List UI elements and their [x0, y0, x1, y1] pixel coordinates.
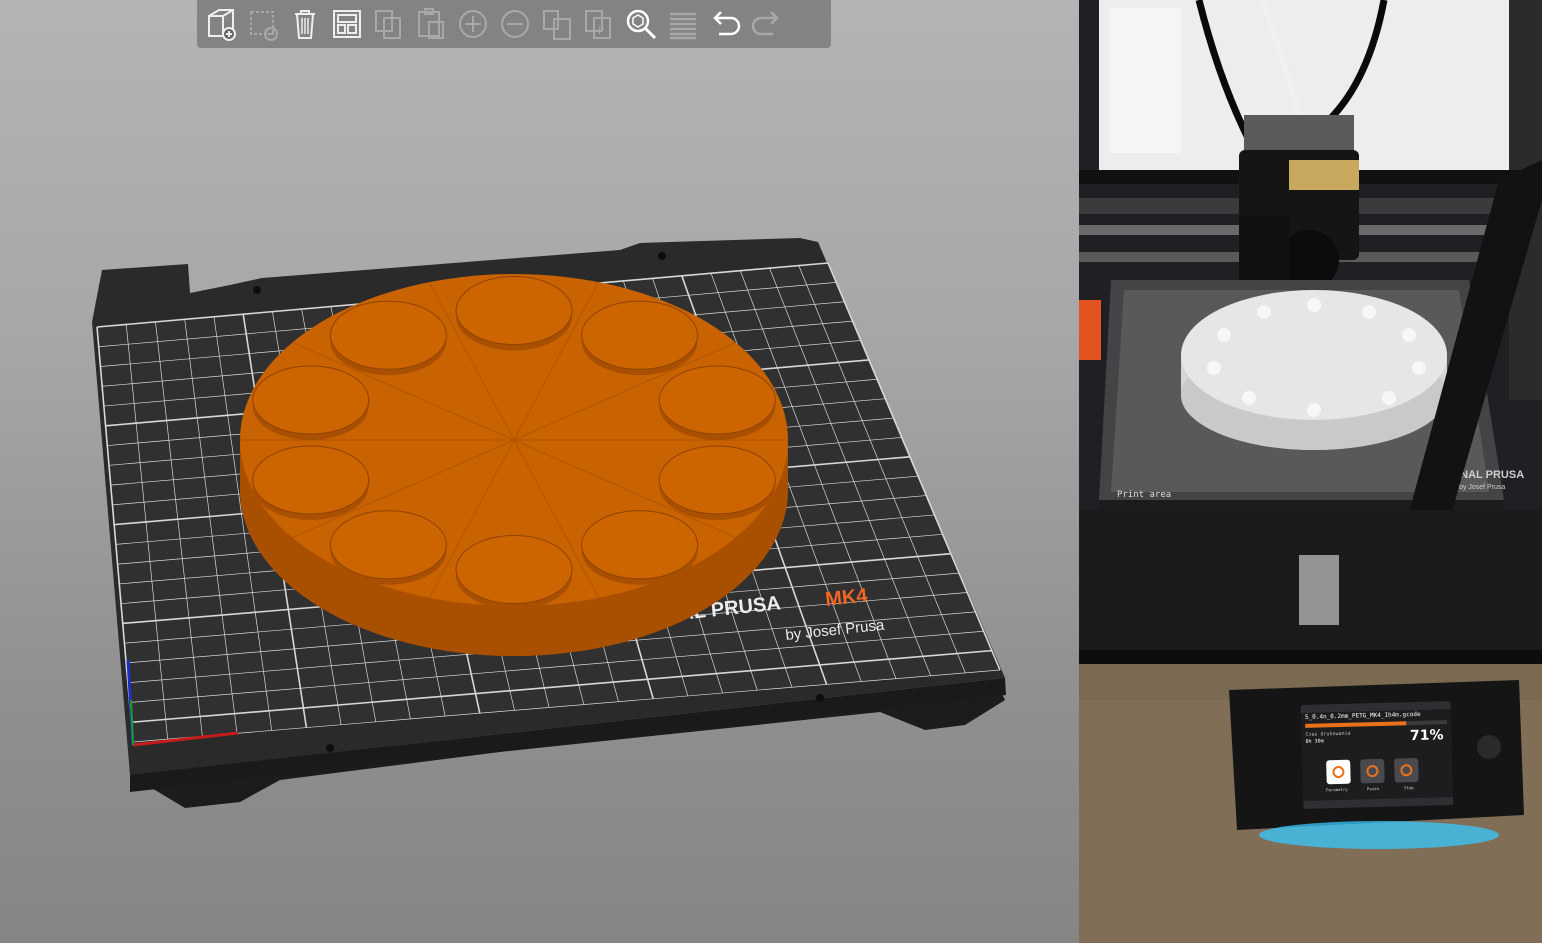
- model-pad: [658, 365, 776, 435]
- display-button-label: Stop: [1403, 785, 1414, 791]
- undo-icon: [713, 11, 741, 36]
- remove-instance-button[interactable]: [495, 4, 535, 44]
- display-button-label: Pauza: [1366, 785, 1379, 792]
- paste-icon: [418, 8, 444, 39]
- undo-button[interactable]: [705, 4, 745, 44]
- display-time-value: 0h 30m: [1305, 738, 1324, 745]
- model-pad: [329, 300, 447, 370]
- copy-button[interactable]: [369, 4, 409, 44]
- remove-instance-icon: [501, 10, 529, 38]
- search-button[interactable]: [621, 4, 661, 44]
- split-objects-button[interactable]: [537, 4, 577, 44]
- paste-button[interactable]: [411, 4, 451, 44]
- model-disc[interactable]: [240, 274, 788, 656]
- copy-icon: [375, 10, 401, 39]
- sheet-print-area-text: Print area: [1117, 490, 1171, 500]
- add-instance-icon: [459, 10, 487, 38]
- plater-scene[interactable]: INAL PRUSA MK4 by Josef Prusa: [0, 0, 1079, 943]
- printer-photo: Print area ORIGINAL PRUSA by Josef Prusa…: [1079, 0, 1542, 943]
- display-pause-button: [1360, 758, 1385, 784]
- display-tune-button: [1326, 759, 1351, 785]
- arrange-button[interactable]: [327, 4, 367, 44]
- top-toolbar: P: [197, 0, 831, 48]
- add-instance-button[interactable]: [453, 4, 493, 44]
- add-object-button[interactable]: [201, 4, 241, 44]
- bed-logo-model: MK4: [824, 585, 869, 611]
- svg-text:P: P: [598, 26, 604, 37]
- delete-object-icon: [250, 11, 278, 41]
- model-pad: [658, 445, 776, 515]
- redo-icon: [751, 11, 779, 36]
- split-objects-icon: [543, 10, 571, 40]
- printer-display: S_0.4n_0.2mm_PETG_MK4_1h4m.gcode Czas dr…: [1300, 701, 1454, 809]
- model-pad: [252, 445, 370, 515]
- add-object-icon: [208, 9, 236, 41]
- model-pad: [252, 365, 370, 435]
- slicer-3d-viewport[interactable]: INAL PRUSA MK4 by Josef Prusa P: [0, 0, 1079, 943]
- layers-editing-button[interactable]: [663, 4, 703, 44]
- display-time-label: Czas drukowania: [1305, 730, 1351, 738]
- split-parts-icon: P: [585, 10, 611, 39]
- delete-all-button[interactable]: [285, 4, 325, 44]
- model-pad: [581, 510, 699, 580]
- model-pad: [455, 276, 573, 346]
- search-icon: [626, 9, 657, 40]
- display-progress-percent: 71%: [1409, 727, 1444, 745]
- redo-button[interactable]: [747, 4, 787, 44]
- display-stop-button: [1394, 757, 1419, 783]
- delete-all-icon: [295, 10, 315, 39]
- model-pad: [455, 534, 573, 604]
- delete-object-button[interactable]: [243, 4, 283, 44]
- model-pad: [329, 510, 447, 580]
- sheet-byline-text: by Josef Prusa: [1459, 484, 1505, 491]
- arrange-icon: [333, 10, 361, 38]
- model-pad: [581, 300, 699, 370]
- layers-editing-icon: [670, 12, 696, 40]
- display-button-label: Parametry: [1325, 786, 1348, 793]
- split-parts-button[interactable]: P: [579, 4, 619, 44]
